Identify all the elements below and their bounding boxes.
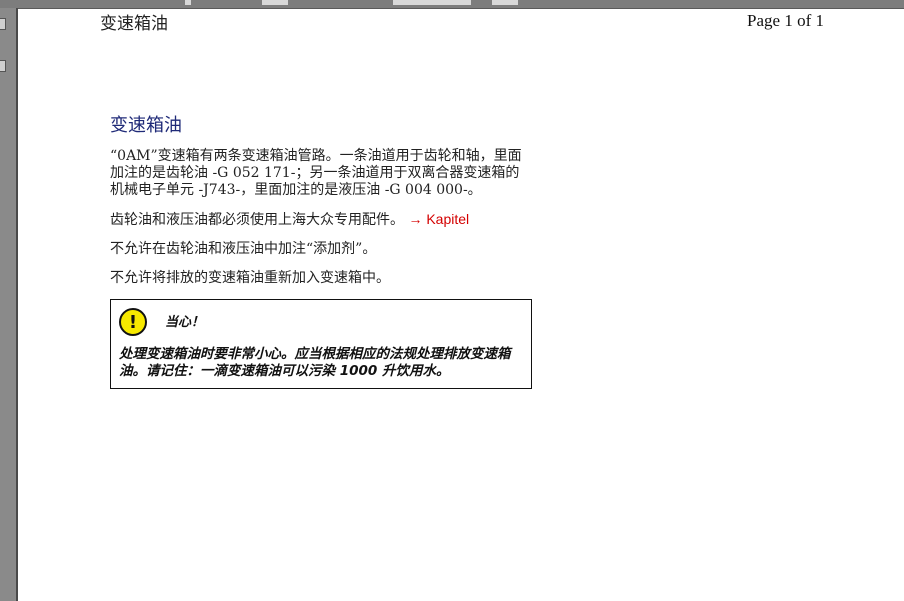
paragraph-parts-text: 齿轮油和液压油都必须使用上海大众专用配件。 bbox=[110, 212, 404, 228]
page-indicator: Page 1 of 1 bbox=[747, 11, 824, 30]
toolbar-tick bbox=[262, 0, 288, 5]
panel-tool-button[interactable] bbox=[0, 18, 6, 30]
caution-text: 处理变速箱油时要非常小心。应当根据相应的法规处理排放变速箱油。请记住：一滴变速箱… bbox=[119, 346, 511, 379]
paragraph-parts: 齿轮油和液压油都必须使用上海大众专用配件。 → Kapitel bbox=[110, 211, 530, 229]
kapitel-link[interactable]: → Kapitel bbox=[408, 211, 469, 227]
toolbar-tick bbox=[185, 0, 191, 5]
exclamation-icon: ! bbox=[119, 308, 147, 336]
paragraph-additives: 不允许在齿轮油和液压油中加注“添加剂”。 bbox=[110, 241, 377, 257]
header-title: 变速箱油 bbox=[100, 14, 168, 34]
caution-box: ! 当心！ 处理变速箱油时要非常小心。应当根据相应的法规处理排放变速箱油。请记住… bbox=[110, 299, 532, 389]
paragraph-oil-lines: “0AM”变速箱有两条变速箱油管路。一条油道用于齿轮和轴，里面加注的是齿轮油 -… bbox=[110, 148, 522, 198]
document-page: 变速箱油 Page 1 of 1 变速箱油 “0AM”变速箱有两条变速箱油管路。… bbox=[20, 9, 904, 601]
article-content: 变速箱油 “0AM”变速箱有两条变速箱油管路。一条油道用于齿轮和轴，里面加注的是… bbox=[110, 115, 532, 389]
toolbar-tick bbox=[393, 0, 471, 5]
caution-header: ! 当心！ bbox=[119, 306, 521, 338]
caution-label: 当心！ bbox=[165, 314, 205, 330]
panel-tool-button[interactable] bbox=[0, 60, 6, 72]
page-title: 变速箱油 bbox=[110, 115, 182, 136]
viewer-toolbar-strip bbox=[0, 0, 904, 9]
viewer-side-panel[interactable] bbox=[0, 8, 18, 601]
paragraph-reuse: 不允许将排放的变速箱油重新加入变速箱中。 bbox=[110, 270, 390, 286]
toolbar-tick bbox=[492, 0, 518, 5]
